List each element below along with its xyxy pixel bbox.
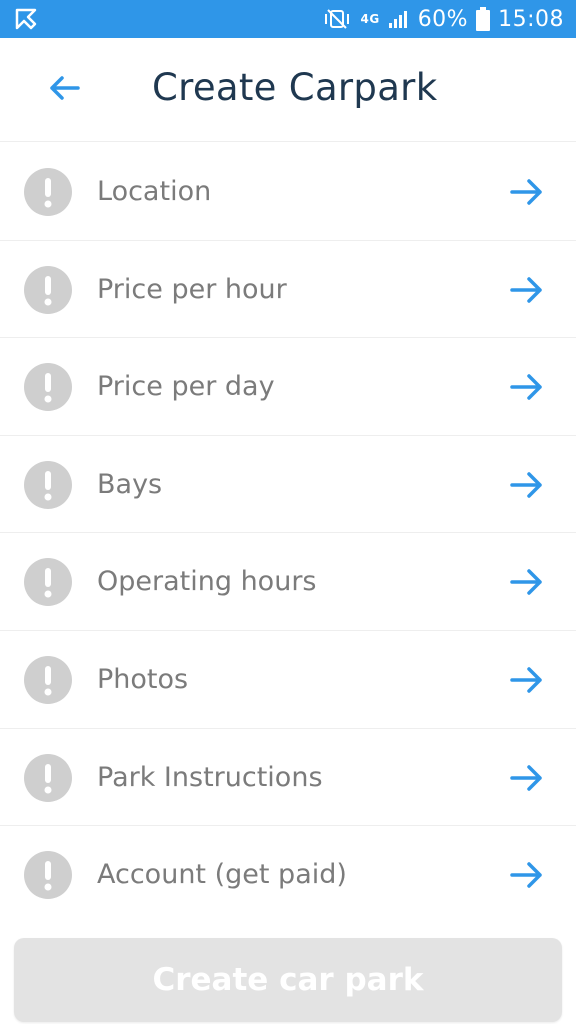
arrow-right-icon [510,665,544,695]
clock: 15:08 [498,6,564,32]
list-item-operating-hours[interactable]: Operating hours [0,533,576,631]
list-item-location[interactable]: Location [0,143,576,241]
status-bar-right: 4G 60% 15:08 [322,0,564,38]
alert-icon [24,753,72,802]
alert-icon [24,655,72,704]
list-item-price-per-day[interactable]: Price per day [0,338,576,436]
list-item-label: Bays [97,468,163,500]
battery-icon [476,7,491,31]
list-item-label: Account (get paid) [97,859,347,891]
alert-icon [24,558,72,607]
setup-list: Location Price per hour Price per day Ba… [0,143,576,924]
arrow-left-icon [48,75,80,105]
list-item-park-instructions[interactable]: Park Instructions [0,729,576,827]
vibrate-mute-icon [322,8,352,30]
arrow-right-icon [510,567,544,597]
alert-icon [24,168,72,216]
network-type-label: 4G [360,12,380,26]
signal-icon [388,9,410,29]
create-car-park-button[interactable]: Create car park [14,938,562,1022]
list-item-label: Park Instructions [97,761,323,793]
list-item-bays[interactable]: Bays [0,436,576,534]
app-header: Create Carpark [0,38,576,142]
battery-percent: 60% [417,6,469,32]
list-item-label: Price per hour [97,273,287,305]
list-item-price-per-hour[interactable]: Price per hour [0,241,576,339]
status-bar: 4G 60% 15:08 [0,0,576,38]
list-item-label: Price per day [97,371,275,403]
list-item-account[interactable]: Account (get paid) [0,826,576,924]
arrow-right-icon [510,177,544,207]
page-title: Create Carpark [152,66,438,109]
list-item-photos[interactable]: Photos [0,631,576,729]
alert-icon [24,460,72,509]
list-item-label: Location [97,176,212,207]
back-button[interactable] [44,74,84,106]
arrow-right-icon [510,470,544,500]
alert-icon [24,851,72,900]
list-item-label: Operating hours [97,566,317,598]
arrow-right-icon [510,372,544,402]
app-notification-icon [14,7,38,31]
alert-icon [24,363,72,412]
alert-icon [24,265,72,314]
arrow-right-icon [510,763,544,793]
arrow-right-icon [510,275,544,305]
arrow-right-icon [510,860,544,890]
list-item-label: Photos [97,663,189,695]
